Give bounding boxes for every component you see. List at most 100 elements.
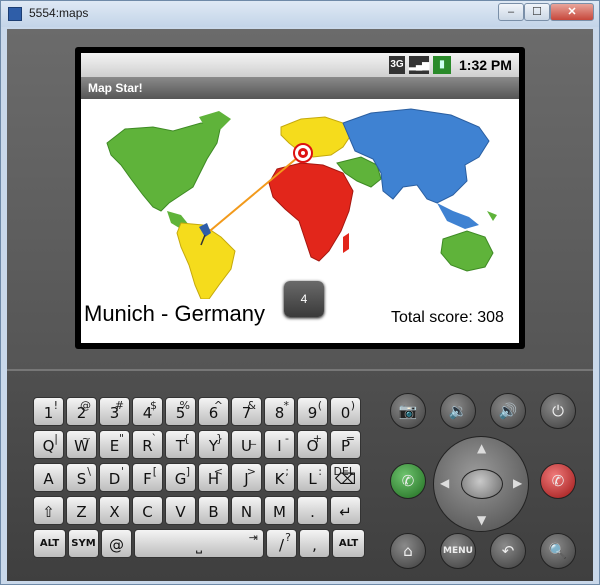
key-label: ALT <box>338 538 359 549</box>
sym-key[interactable]: SYM <box>68 529 99 558</box>
app-icon <box>8 7 22 21</box>
space-key[interactable]: ⎵ ⇥ <box>134 529 264 558</box>
3g-icon: 3G <box>389 56 405 74</box>
dpad[interactable]: ▲ ▼ ◀ ▶ <box>433 436 529 532</box>
volume-up-button[interactable]: 🔊 <box>490 393 526 429</box>
key-0-0[interactable]: 1! <box>33 397 64 426</box>
key-0-2[interactable]: 3 # <box>99 397 130 426</box>
key-1-0[interactable]: Q | <box>33 430 64 459</box>
key-label: ALT <box>39 538 60 549</box>
back-button[interactable]: ↶ <box>490 533 526 569</box>
key-label: X <box>109 503 120 521</box>
window-title: 5554:maps <box>29 6 89 20</box>
score-toast: 4 <box>284 281 324 317</box>
home-button[interactable]: ⌂ <box>390 533 426 569</box>
key-0-1[interactable]: 2 @ <box>66 397 97 426</box>
power-button[interactable]: ⏻ <box>540 393 576 429</box>
key-label: S <box>76 470 87 488</box>
key-1-7[interactable]: I- <box>264 430 295 459</box>
comma-key[interactable]: , <box>299 529 330 558</box>
key-alt-label: ~ <box>81 432 91 445</box>
dpad-right-icon[interactable]: ▶ <box>513 476 522 490</box>
maximize-button[interactable]: ☐ <box>524 3 550 21</box>
key-3-0[interactable]: ⇧ <box>33 496 64 525</box>
dpad-down-icon[interactable]: ▼ <box>477 513 486 527</box>
search-button[interactable]: 🔍 <box>540 533 576 569</box>
key-alt-label: ) <box>350 399 355 412</box>
key-0-7[interactable]: 8 * <box>264 397 295 426</box>
key-alt-label: > <box>246 465 256 478</box>
key-label: N <box>240 503 253 521</box>
dpad-left-icon[interactable]: ◀ <box>440 476 449 490</box>
key-0-3[interactable]: 4 $ <box>132 397 163 426</box>
key-2-8[interactable]: L: <box>297 463 328 492</box>
key-alt-label: % <box>179 399 190 412</box>
key-label: 4 <box>142 404 153 422</box>
key-alt-label: $ <box>150 399 157 412</box>
key-alt-label: ^ <box>213 399 223 412</box>
key-0-8[interactable]: 9( <box>297 397 328 426</box>
camera-button[interactable]: 📷 <box>390 393 426 429</box>
key-alt-label: & <box>247 399 256 412</box>
key-2-4[interactable]: G] <box>165 463 196 492</box>
key-0-9[interactable]: 0) <box>330 397 361 426</box>
dpad-center-button[interactable] <box>461 469 503 499</box>
key-2-5[interactable]: H < <box>198 463 229 492</box>
europe <box>280 116 352 158</box>
key-0-4[interactable]: 5% <box>165 397 196 426</box>
key-label: L <box>308 470 317 488</box>
call-button[interactable]: ✆ <box>390 463 426 499</box>
key-1-6[interactable]: U _ <box>231 430 262 459</box>
key-3-4[interactable]: V <box>165 496 196 525</box>
key-2-3[interactable]: F[ <box>132 463 163 492</box>
key-alt-label: - <box>285 432 289 445</box>
app-title-bar: Map Star! <box>81 77 519 99</box>
key-1-2[interactable]: E " <box>99 430 130 459</box>
alt-right-key[interactable]: ALT <box>332 529 365 558</box>
key-2-7[interactable]: K; <box>264 463 295 492</box>
key-1-8[interactable]: O + <box>297 430 328 459</box>
key-alt-label: ! <box>53 399 58 412</box>
app-title: Map Star! <box>88 81 143 95</box>
key-1-5[interactable]: Y} <box>198 430 229 459</box>
key-0-6[interactable]: 7 & <box>231 397 262 426</box>
volume-down-button[interactable]: 🔉 <box>440 393 476 429</box>
key-2-2[interactable]: D ' <box>99 463 130 492</box>
key-1-4[interactable]: T{ <box>165 430 196 459</box>
slash-key[interactable]: /? <box>266 529 297 558</box>
key-alt-label: # <box>114 399 124 412</box>
key-label: I <box>277 437 282 455</box>
dpad-up-icon[interactable]: ▲ <box>477 441 486 455</box>
key-3-7[interactable]: M <box>264 496 295 525</box>
key-alt-label: | <box>54 432 58 445</box>
key-0-5[interactable]: 6 ^ <box>198 397 229 426</box>
key-2-0[interactable]: A <box>33 463 64 492</box>
key-1-3[interactable]: R ` <box>132 430 163 459</box>
key-3-5[interactable]: B <box>198 496 229 525</box>
close-button[interactable]: ✕ <box>550 3 594 21</box>
key-label: @ <box>109 536 124 554</box>
key-2-9[interactable]: ⌫ DEL <box>330 463 361 492</box>
key-2-6[interactable]: J > <box>231 463 262 492</box>
key-3-8[interactable]: . <box>297 496 328 525</box>
key-label: , <box>312 536 317 554</box>
key-3-3[interactable]: C <box>132 496 163 525</box>
key-alt-label: ` <box>151 432 158 445</box>
key-2-1[interactable]: S \ <box>66 463 97 492</box>
end-call-button[interactable]: ✆ <box>540 463 576 499</box>
menu-button[interactable]: MENU <box>440 533 476 569</box>
key-3-6[interactable]: N <box>231 496 262 525</box>
key-1-1[interactable]: W ~ <box>66 430 97 459</box>
key-label: 9 <box>307 404 318 422</box>
key-1-9[interactable]: P = <box>330 430 361 459</box>
key-3-2[interactable]: X <box>99 496 130 525</box>
key-alt-label: ( <box>317 399 322 412</box>
key-alt-label: DEL <box>333 465 355 478</box>
at-key[interactable]: @ <box>101 529 132 558</box>
key-3-9[interactable]: ↵ <box>330 496 361 525</box>
key-3-1[interactable]: Z <box>66 496 97 525</box>
clock: 1:32 PM <box>459 57 512 73</box>
world-map[interactable] <box>81 99 519 299</box>
minimize-button[interactable]: – <box>498 3 524 21</box>
alt-key[interactable]: ALT <box>33 529 66 558</box>
